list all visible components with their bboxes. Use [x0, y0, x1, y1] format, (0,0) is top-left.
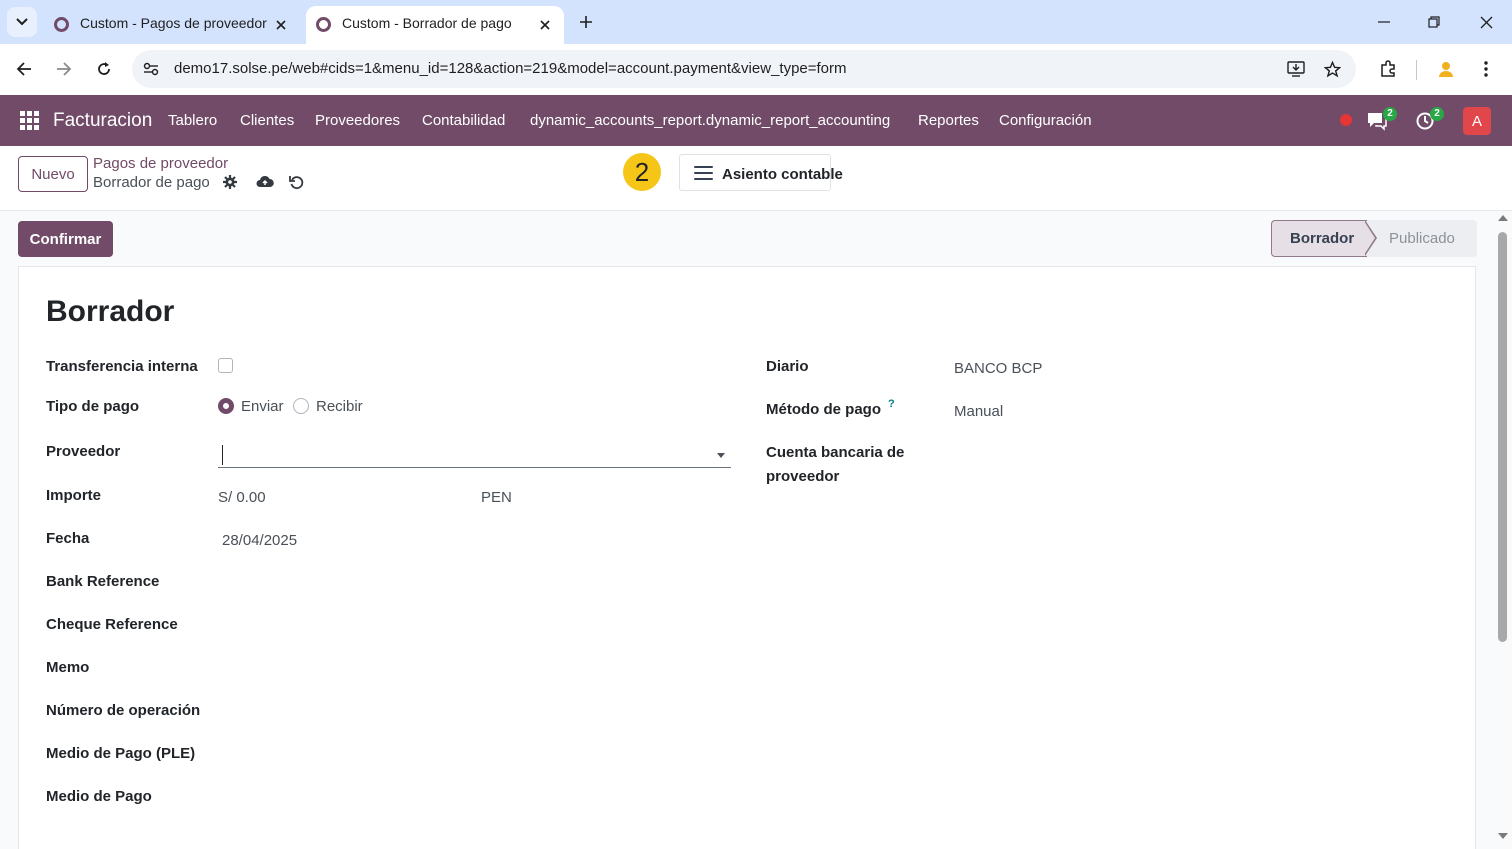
- label-date: Fecha: [46, 530, 90, 547]
- journal-entry-smart-button[interactable]: Asiento contable: [679, 154, 843, 191]
- activities-badge: 2: [1430, 107, 1444, 121]
- site-info-icon[interactable]: [141, 59, 161, 79]
- discard-undo-icon[interactable]: [287, 173, 305, 191]
- label-payment-medium: Medio de Pago: [46, 788, 152, 805]
- scroll-up-arrow-icon[interactable]: [1498, 215, 1508, 221]
- close-icon[interactable]: [536, 16, 554, 34]
- app-brand[interactable]: Facturacion: [53, 110, 152, 132]
- profile-icon[interactable]: [1432, 55, 1460, 83]
- label-internal-transfer: Transferencia interna: [46, 358, 198, 375]
- label-payment-method: Método de pago: [766, 401, 881, 418]
- tab-search-icon[interactable]: [7, 7, 37, 37]
- menu-item-reportes[interactable]: Reportes: [918, 112, 979, 129]
- form-sheet: Borrador Transferencia interna Tipo de p…: [18, 266, 1476, 849]
- address-bar[interactable]: demo17.solse.pe/web#cids=1&menu_id=128&a…: [132, 50, 1356, 88]
- browser-tab-borrador-pago[interactable]: Custom - Borrador de pago: [306, 6, 564, 44]
- odoo-favicon-icon: [54, 17, 69, 32]
- restore-icon[interactable]: [1420, 8, 1448, 36]
- stage-borrador[interactable]: Borrador: [1271, 220, 1367, 257]
- browser-tab-pagos-proveedor[interactable]: Custom - Pagos de proveedor: [44, 6, 300, 44]
- step-number-annotation: 2: [623, 153, 661, 191]
- cloud-upload-icon[interactable]: [256, 173, 274, 191]
- date-input[interactable]: 28/04/2025: [222, 532, 297, 549]
- label-amount: Importe: [46, 487, 102, 504]
- label-partner-bank-line1: Cuenta bancaria de: [766, 444, 905, 461]
- partner-input[interactable]: [218, 443, 731, 468]
- user-avatar[interactable]: A: [1463, 107, 1491, 135]
- app-grid-icon[interactable]: [20, 111, 39, 130]
- label-bank-reference: Bank Reference: [46, 573, 160, 590]
- label-payment-medium-ple: Medio de Pago (PLE): [46, 745, 196, 762]
- stage-publicado[interactable]: Publicado: [1367, 220, 1477, 257]
- minimize-icon[interactable]: [1370, 8, 1398, 36]
- status-dot-icon[interactable]: [1340, 114, 1352, 126]
- text-caret: [222, 445, 223, 465]
- browser-toolbar: demo17.solse.pe/web#cids=1&menu_id=128&a…: [0, 44, 1512, 95]
- odoo-favicon-icon: [316, 17, 331, 32]
- bars-icon: [694, 166, 713, 180]
- caret-down-icon[interactable]: [717, 453, 725, 458]
- form-view: Confirmar Borrador Publicado Borrador Tr…: [0, 211, 1497, 849]
- label-payment-type: Tipo de pago: [46, 398, 140, 415]
- label-partner: Proveedor: [46, 443, 121, 460]
- payment-method-field[interactable]: Manual: [954, 403, 1003, 420]
- scrollbar-thumb[interactable]: [1498, 232, 1507, 642]
- new-button[interactable]: Nuevo: [18, 156, 88, 192]
- internal-transfer-checkbox[interactable]: [218, 358, 233, 373]
- label-journal: Diario: [766, 358, 809, 375]
- plus-icon[interactable]: [574, 10, 598, 34]
- reload-icon[interactable]: [90, 55, 118, 83]
- breadcrumb-pagos-proveedor[interactable]: Pagos de proveedor: [93, 155, 228, 172]
- menu-item-contabilidad[interactable]: Contabilidad: [422, 112, 505, 129]
- back-arrow-icon[interactable]: [10, 55, 38, 83]
- label-operation-number: Número de operación: [46, 702, 201, 719]
- gear-icon[interactable]: [221, 173, 239, 191]
- control-panel: Nuevo Pagos de proveedor Borrador de pag…: [0, 146, 1512, 211]
- journal-field[interactable]: BANCO BCP: [954, 360, 1042, 377]
- tab-title: Custom - Borrador de pago: [342, 15, 512, 31]
- confirm-button[interactable]: Confirmar: [18, 221, 113, 257]
- currency-field[interactable]: PEN: [481, 489, 512, 506]
- smart-button-label: Asiento contable: [722, 166, 843, 183]
- radio-recibir[interactable]: [293, 398, 309, 414]
- forward-arrow-icon[interactable]: [50, 55, 78, 83]
- radio-enviar-label[interactable]: Enviar: [241, 398, 284, 415]
- radio-enviar[interactable]: [218, 398, 234, 414]
- install-app-icon[interactable]: [1286, 59, 1306, 79]
- label-memo: Memo: [46, 659, 90, 676]
- messages-badge: 2: [1383, 107, 1397, 121]
- menu-item-dynamic-report[interactable]: dynamic_accounts_report.dynamic_report_a…: [530, 112, 890, 129]
- amount-input[interactable]: S/ 0.00: [218, 489, 266, 506]
- browser-tab-strip: Custom - Pagos de proveedor Custom - Bor…: [0, 0, 1512, 44]
- odoo-main-navbar: Facturacion Tablero Clientes Proveedores…: [0, 95, 1512, 146]
- breadcrumb-current-record: Borrador de pago: [93, 174, 210, 191]
- radio-recibir-label[interactable]: Recibir: [316, 398, 363, 415]
- menu-item-proveedores[interactable]: Proveedores: [315, 112, 400, 129]
- scroll-down-arrow-icon[interactable]: [1498, 833, 1508, 839]
- menu-item-tablero[interactable]: Tablero: [168, 112, 217, 129]
- label-cheque-reference: Cheque Reference: [46, 616, 178, 633]
- window-close-icon[interactable]: [1472, 8, 1500, 36]
- messages-icon[interactable]: 2: [1366, 107, 1397, 133]
- label-partner-bank-line2: proveedor: [766, 468, 840, 485]
- menu-item-configuracion[interactable]: Configuración: [999, 112, 1092, 129]
- help-tooltip-icon[interactable]: ?: [888, 398, 895, 410]
- close-icon[interactable]: [272, 16, 290, 34]
- toolbar-separator: [1416, 60, 1417, 80]
- record-title: Borrador: [46, 295, 175, 328]
- url-text[interactable]: demo17.solse.pe/web#cids=1&menu_id=128&a…: [174, 60, 847, 77]
- status-bar: Borrador Publicado: [1271, 220, 1477, 257]
- extensions-icon[interactable]: [1374, 55, 1402, 83]
- star-icon[interactable]: [1322, 59, 1342, 79]
- stage-chevron-icon: [1364, 220, 1377, 256]
- tab-title: Custom - Pagos de proveedor: [80, 15, 267, 31]
- menu-item-clientes[interactable]: Clientes: [240, 112, 294, 129]
- kebab-menu-icon[interactable]: [1472, 55, 1500, 83]
- activities-clock-icon[interactable]: 2: [1416, 107, 1444, 133]
